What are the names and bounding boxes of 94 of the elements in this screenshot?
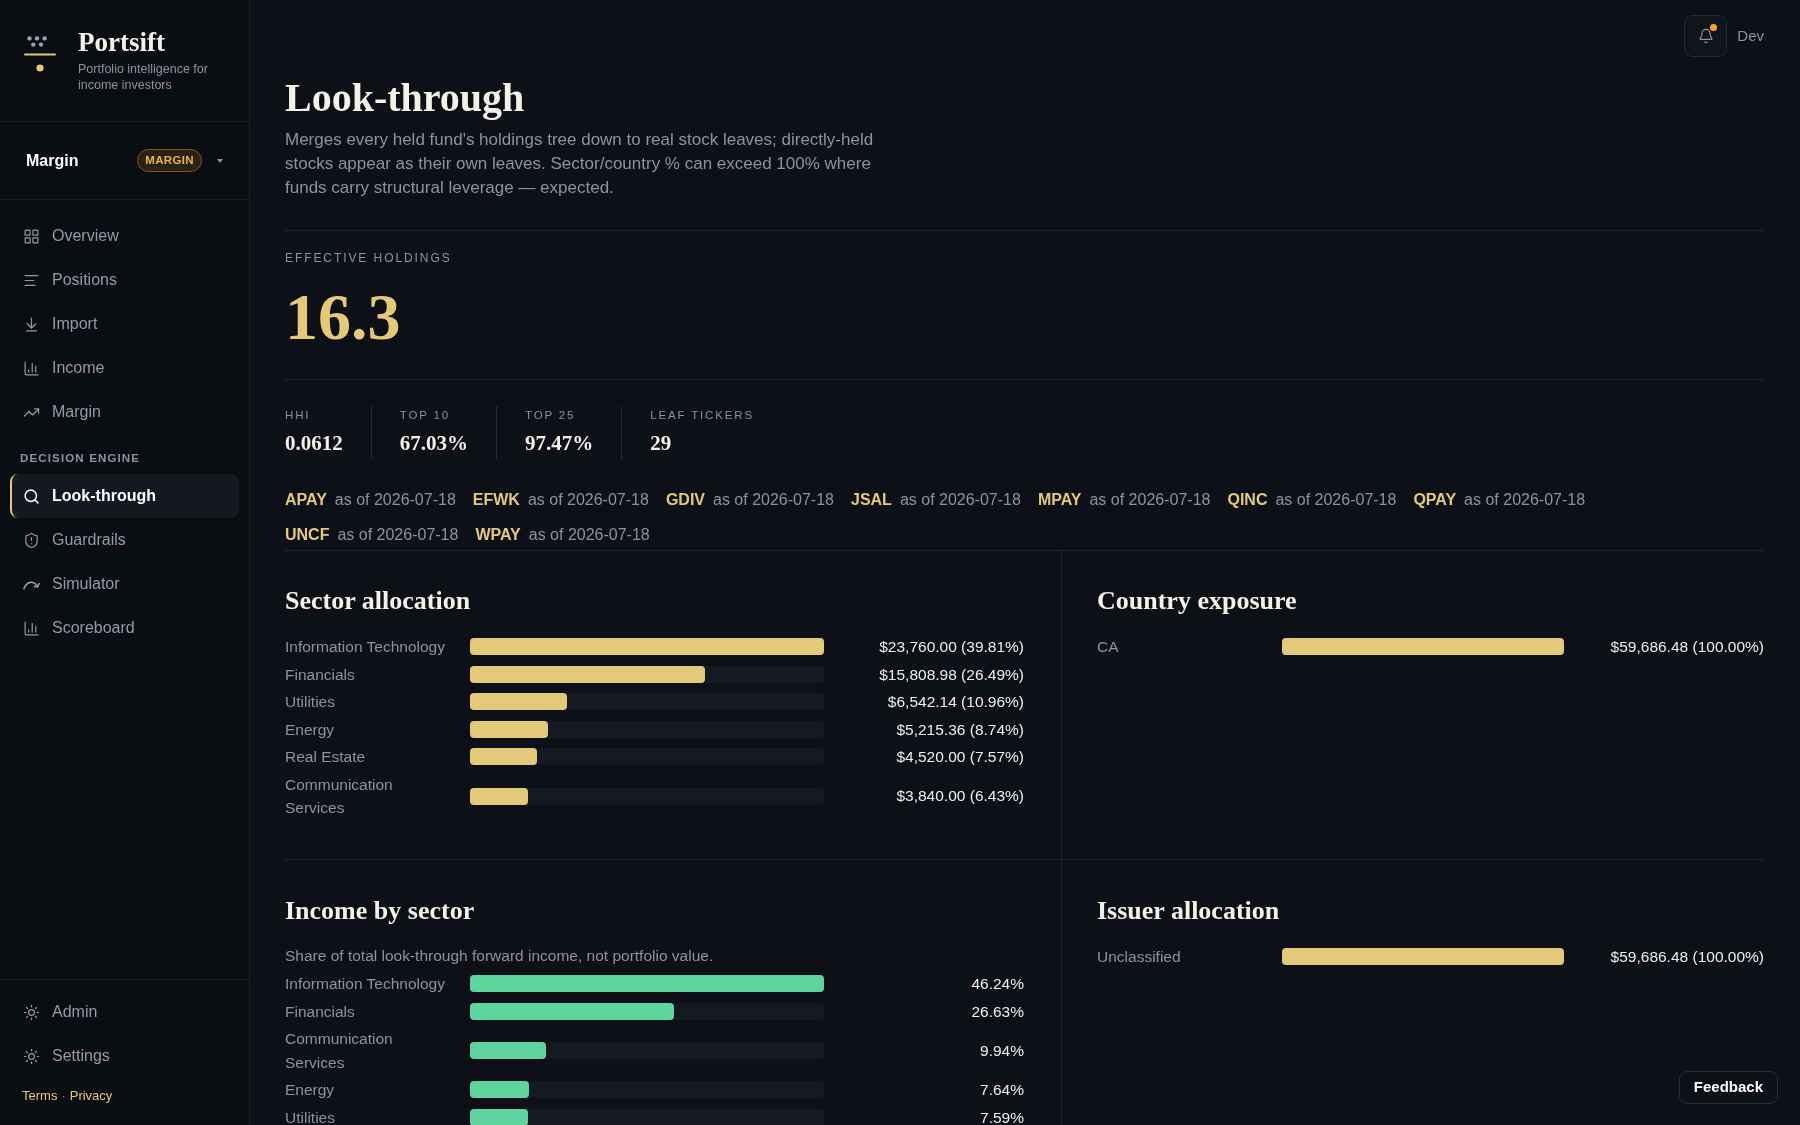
as-of-date: as of 2026-07-18 — [334, 490, 456, 510]
ticker-symbol: QPAY — [1413, 490, 1457, 510]
row-value: 7.59% — [979, 1107, 1024, 1125]
bar-chart-icon — [23, 359, 40, 377]
row-label: Unclassified — [1097, 947, 1182, 967]
as-of-date: as of 2026-07-18 — [337, 525, 459, 545]
account-name: Margin — [26, 150, 79, 171]
logo-icon — [22, 34, 58, 72]
ticker-symbol: APAY — [285, 490, 327, 510]
shield-icon — [23, 531, 40, 549]
row-label: Utilities — [285, 692, 336, 712]
panel-subtitle: Share of total look-through forward income, not portfolio value. — [285, 946, 715, 966]
nav-item[interactable]: Guardrails — [10, 518, 239, 562]
ticker-symbol: JSAL — [851, 490, 892, 510]
page-title: Look-through — [285, 74, 526, 122]
row-value: 7.64% — [979, 1080, 1024, 1100]
row-value: $3,840.00 (6.43%) — [895, 786, 1024, 807]
panel-title: Country exposure — [1097, 585, 1298, 617]
row-value: 46.24% — [970, 974, 1024, 994]
nav-item[interactable]: Overview — [10, 214, 239, 258]
bar-chart-icon — [23, 619, 40, 637]
row-label: Real Estate — [285, 747, 367, 767]
nav-item[interactable]: Settings — [10, 1034, 239, 1078]
panel-title: Sector allocation — [285, 585, 472, 617]
nav-item[interactable]: Admin — [10, 990, 239, 1034]
row-value: $23,760.00 (39.81%) — [878, 637, 1024, 657]
row-value: $59,686.48 (100.00%) — [1609, 637, 1764, 657]
ticker-symbol: GDIV — [665, 490, 705, 510]
nav-item[interactable]: Import — [10, 302, 239, 346]
stat-value: 67.03% — [399, 430, 468, 457]
link-separator: · — [61, 1087, 66, 1105]
panel-title: Income by sector — [285, 895, 476, 927]
bell-icon — [1697, 28, 1714, 44]
row-value: $59,686.48 (100.00%) — [1609, 947, 1764, 967]
stat-value: 97.47% — [525, 430, 594, 457]
row-label: Energy — [285, 719, 336, 740]
stat-label: HHI — [285, 408, 312, 422]
stat-label: TOP 25 — [525, 408, 577, 422]
page-description: Merges every held fund's holdings tree down to real stock leaves; directly-held stocks appear as their own leaves. Sector/country % can exceed 100% where funds carry structural leverage — expected. — [285, 129, 875, 199]
row-value: $6,542.14 (10.96%) — [886, 692, 1024, 712]
row-value: 9.94% — [979, 1040, 1024, 1061]
stat-label: TOP 10 — [399, 408, 451, 422]
as-of-date: as of 2026-07-18 — [528, 525, 650, 545]
section-label: DECISION ENGINE — [19, 451, 142, 466]
as-of-date: as of 2026-07-18 — [1089, 490, 1211, 510]
row-label: Financials — [285, 664, 356, 685]
sun-icon — [23, 1003, 40, 1021]
metric-value: 16.3 — [285, 284, 401, 350]
notifications-button[interactable] — [1684, 15, 1728, 57]
row-label: Information Technology — [285, 974, 446, 994]
stat-value: 0.0612 — [285, 430, 343, 457]
panel-title: Issuer allocation — [1097, 895, 1281, 927]
user-name[interactable]: Dev — [1737, 24, 1764, 48]
feedback-button[interactable]: Feedback — [1678, 1071, 1778, 1104]
as-of-date: as of 2026-07-18 — [899, 490, 1021, 510]
as-of-date: as of 2026-07-18 — [713, 490, 834, 510]
nav-item[interactable]: Simulator — [10, 562, 239, 606]
grid-icon — [23, 227, 40, 245]
ticker-symbol: EFWK — [472, 490, 520, 510]
sun-icon — [23, 1047, 40, 1065]
row-label: CA — [1097, 637, 1120, 657]
ticker-symbol: UNCF — [285, 525, 330, 545]
metric-label: EFFECTIVE HOLDINGS — [285, 251, 453, 265]
brand-name: Portsift — [78, 26, 166, 58]
brand-tagline: Portfolio intelligence for income investors — [78, 61, 209, 93]
nav-item[interactable]: Margin — [10, 390, 239, 434]
as-of-date: as of 2026-07-18 — [1464, 490, 1586, 510]
row-value: 26.63% — [970, 1001, 1024, 1022]
search-icon — [23, 487, 40, 505]
ticker-symbol: MPAY — [1037, 490, 1082, 510]
caret-icon[interactable] — [217, 158, 223, 163]
row-label: Communication Services — [285, 1029, 394, 1073]
nav-item[interactable]: Income — [10, 346, 239, 390]
footer-link[interactable]: Terms — [22, 1087, 58, 1105]
stat-label: LEAF TICKERS — [650, 408, 754, 422]
footer-link[interactable]: Privacy — [69, 1087, 113, 1105]
row-value: $4,520.00 (7.57%) — [895, 747, 1024, 767]
account-badge: MARGIN — [137, 149, 202, 172]
row-label: Energy — [285, 1080, 336, 1100]
stat-value: 29 — [650, 430, 673, 457]
nav-item[interactable]: Scoreboard — [10, 606, 239, 650]
ticker-symbol: WPAY — [475, 525, 521, 545]
download-icon — [23, 315, 40, 333]
nav-item[interactable]: Positions — [10, 258, 239, 302]
row-label: Communication Services — [285, 774, 394, 818]
as-of-date: as of 2026-07-18 — [1275, 490, 1397, 510]
row-label: Financials — [285, 1001, 356, 1022]
as-of-date: as of 2026-07-18 — [527, 490, 649, 510]
nav-item[interactable]: Look-through — [10, 474, 239, 518]
ticker-symbol: QINC — [1227, 490, 1268, 510]
row-value: $5,215.36 (8.74%) — [895, 719, 1024, 740]
row-label: Utilities — [285, 1107, 336, 1125]
row-label: Information Technology — [285, 637, 446, 657]
row-value: $15,808.98 (26.49%) — [878, 664, 1024, 685]
